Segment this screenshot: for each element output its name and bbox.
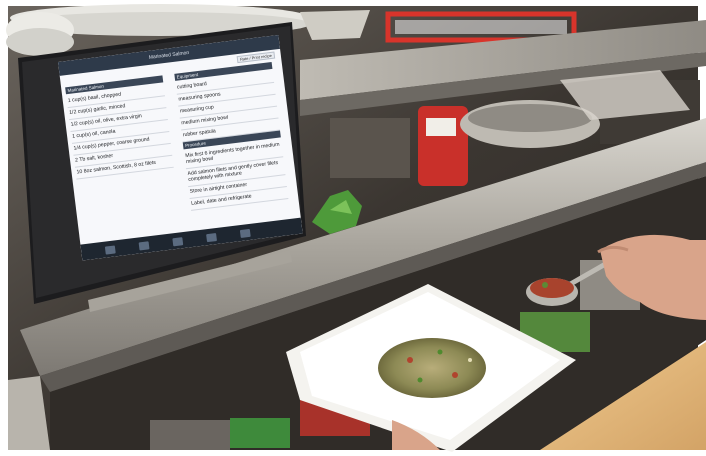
equipment-column: Equipment cutting board measuring spoons… — [174, 61, 289, 211]
home-icon[interactable] — [104, 245, 116, 255]
recipes-icon[interactable] — [138, 241, 150, 251]
list-icon[interactable] — [206, 233, 217, 243]
recipe-screen: Marinated Salmon Rate / Print recipe Mar… — [58, 34, 303, 261]
ingredients-column: Marinated Salmon 1 cup(s) basil, chopped… — [65, 75, 174, 180]
bowl — [300, 10, 370, 40]
settings-icon[interactable] — [239, 228, 251, 239]
search-icon[interactable] — [172, 237, 184, 247]
quinoa-salad — [378, 338, 486, 398]
kitchen-photo: Marinated Salmon Rate / Print recipe Mar… — [0, 0, 706, 456]
